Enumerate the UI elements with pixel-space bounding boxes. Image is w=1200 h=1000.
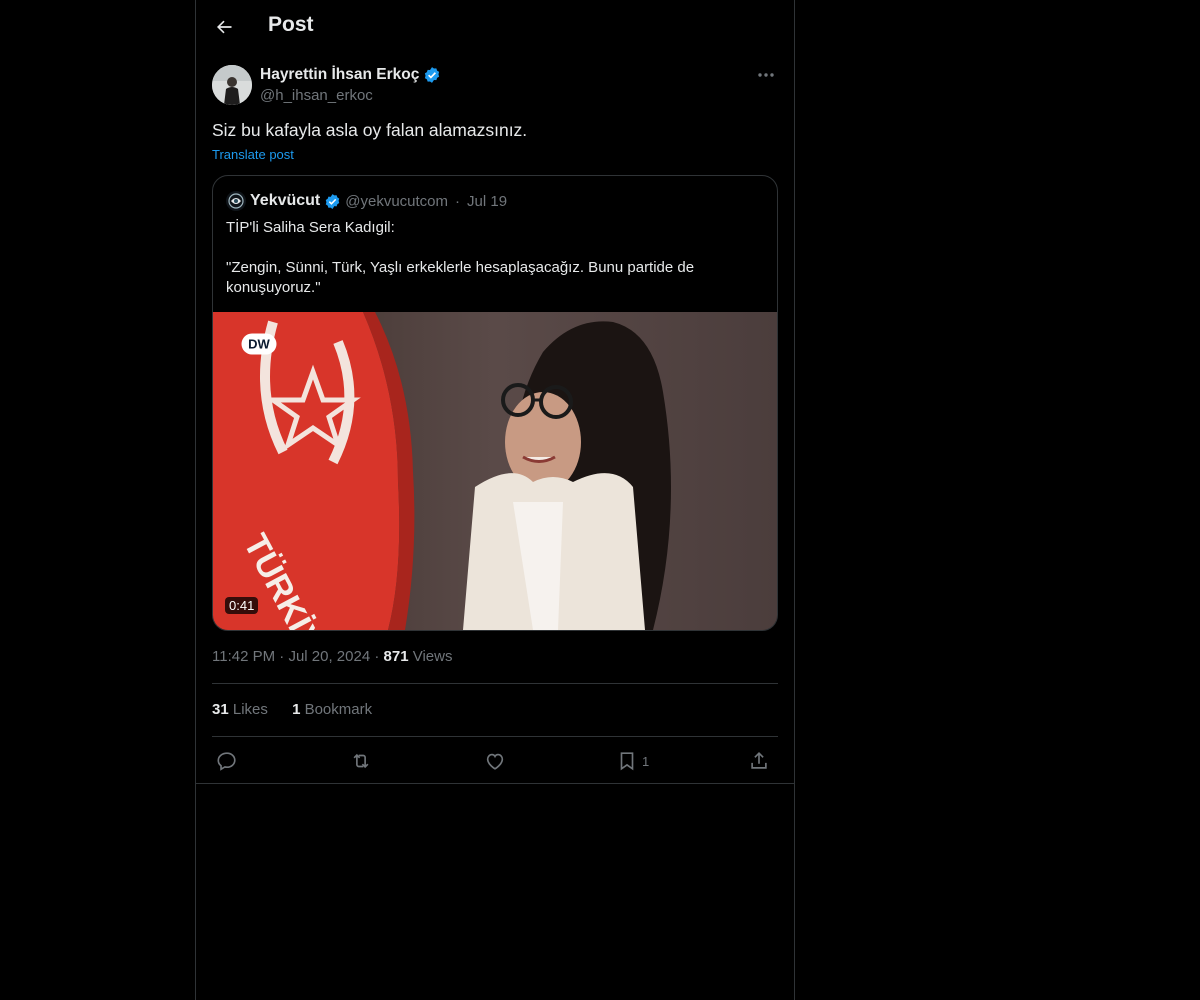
reply-button[interactable] bbox=[216, 747, 238, 775]
post-time[interactable]: 11:42 PM bbox=[212, 648, 275, 665]
post-meta: 11:42 PM · Jul 20, 2024 · 871 Views bbox=[212, 648, 452, 665]
action-bar: 1 bbox=[212, 747, 778, 775]
post-text: Siz bu kafayla asla oy falan alamazsınız… bbox=[212, 120, 528, 140]
back-button[interactable] bbox=[208, 11, 240, 43]
author-row: Hayrettin İhsan Erkoç @h_ihsan_erkoc bbox=[212, 65, 778, 107]
like-icon bbox=[486, 753, 504, 770]
post-date[interactable]: Jul 20, 2024 bbox=[288, 648, 370, 665]
quote-author-name[interactable]: Yekvücut bbox=[250, 192, 320, 210]
bookmarks-count: 1 bbox=[292, 701, 301, 718]
bookmark-icon bbox=[620, 752, 634, 771]
author-name[interactable]: Hayrettin İhsan Erkoç bbox=[260, 66, 441, 84]
page-title: Post bbox=[268, 13, 314, 36]
quote-date[interactable]: Jul 19 bbox=[467, 193, 507, 210]
verified-badge-icon bbox=[425, 67, 440, 83]
share-icon bbox=[751, 752, 767, 769]
like-button[interactable] bbox=[484, 747, 506, 775]
bookmarks-stat[interactable]: 1 Bookmark bbox=[292, 701, 372, 718]
quote-author-handle[interactable]: @yekvucutcom bbox=[345, 193, 448, 210]
video-thumbnail: TÜRKİYE İŞÇİ PARTİSİ bbox=[213, 312, 777, 630]
reply-icon bbox=[217, 752, 236, 771]
likes-count: 31 bbox=[212, 701, 229, 718]
bookmark-count: 1 bbox=[642, 753, 650, 769]
author-handle[interactable]: @h_ihsan_erkoc bbox=[260, 87, 373, 104]
dw-logo-icon: DW bbox=[241, 333, 277, 355]
more-icon bbox=[758, 73, 774, 77]
more-button[interactable] bbox=[754, 65, 778, 85]
bookmark-button[interactable]: 1 bbox=[616, 747, 649, 775]
views-label: Views bbox=[412, 648, 453, 665]
avatar[interactable] bbox=[212, 65, 252, 105]
quote-text: TİP'li Saliha Sera Kadıgil: "Zengin, Sün… bbox=[226, 218, 756, 298]
divider bbox=[212, 736, 778, 737]
quote-header: Yekvücut @yekvucutcom · Jul 19 bbox=[226, 190, 507, 212]
author-name-text: Hayrettin İhsan Erkoç bbox=[260, 66, 420, 83]
divider bbox=[212, 683, 778, 684]
video-player[interactable]: TÜRKİYE İŞÇİ PARTİSİ DW 0:41 bbox=[213, 312, 777, 630]
quoted-post[interactable]: Yekvücut @yekvucutcom · Jul 19 TİP'li Sa… bbox=[212, 175, 778, 631]
quote-avatar[interactable] bbox=[226, 191, 246, 211]
post-header: Post bbox=[196, 0, 794, 54]
likes-label: Likes bbox=[232, 701, 268, 718]
translate-link[interactable]: Translate post bbox=[212, 147, 294, 162]
likes-stat[interactable]: 31 Likes bbox=[212, 701, 272, 718]
post-column: Post Hayrettin İhsan Erkoç @h_ihsan_erko… bbox=[195, 0, 795, 1000]
repost-icon bbox=[353, 753, 369, 769]
quote-text-line: "Zengin, Sünni, Türk, Yaşlı erkeklerle h… bbox=[226, 259, 695, 296]
bookmarks-label: Bookmark bbox=[304, 701, 373, 718]
repost-button[interactable] bbox=[350, 747, 372, 775]
separator-dot: · bbox=[374, 648, 384, 665]
post-stats: 31 Likes 1 Bookmark bbox=[212, 701, 392, 718]
verified-badge-icon bbox=[326, 193, 340, 209]
separator-dot: · bbox=[455, 192, 461, 210]
share-button[interactable] bbox=[748, 747, 770, 775]
back-arrow-icon bbox=[217, 20, 232, 34]
quote-text-line: TİP'li Saliha Sera Kadıgil: bbox=[226, 219, 395, 236]
views-count: 871 bbox=[383, 648, 409, 665]
video-duration: 0:41 bbox=[225, 597, 259, 614]
svg-text:DW: DW bbox=[248, 337, 270, 352]
divider bbox=[196, 783, 794, 784]
